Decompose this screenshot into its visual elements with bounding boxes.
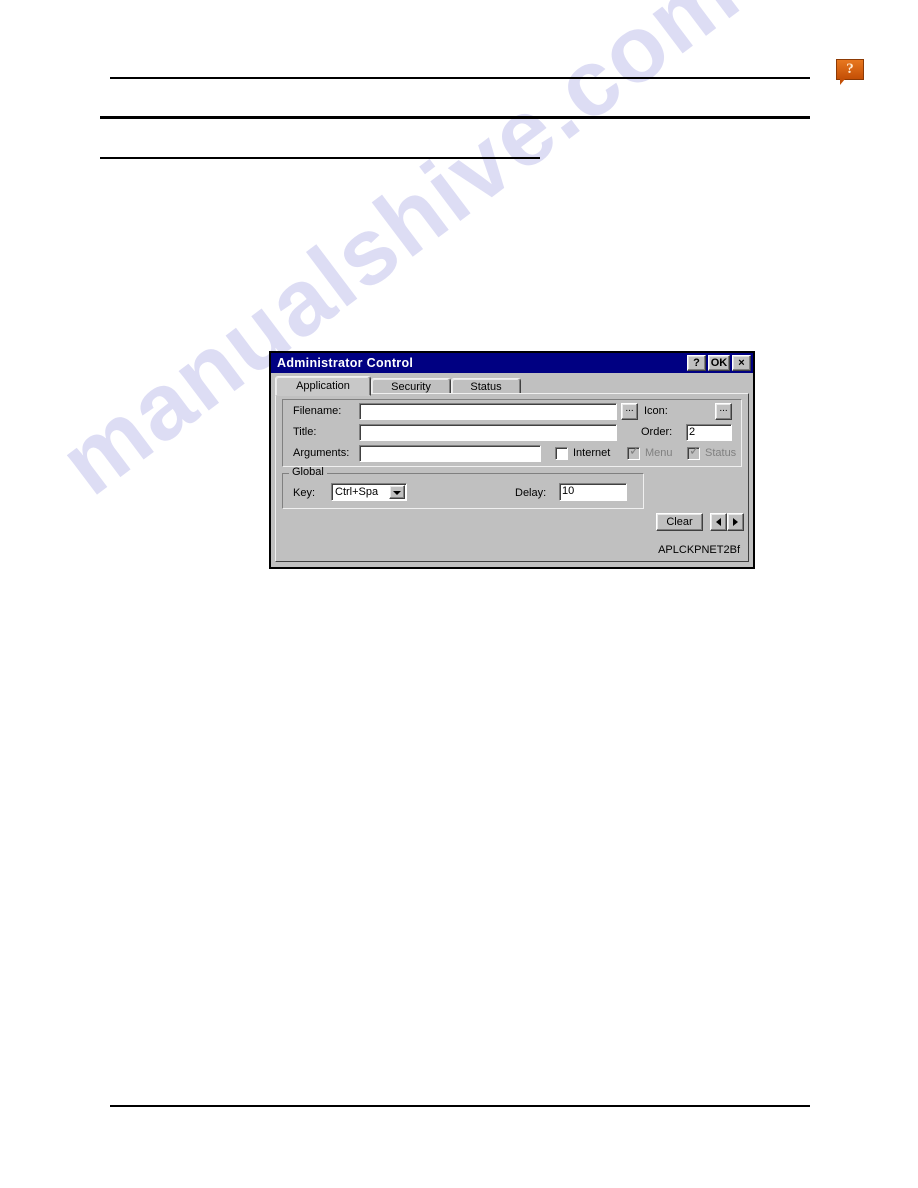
title-row: Title: Order: 2 [283,424,741,443]
build-string-label: APLCKPNET2Bf [658,544,740,556]
filename-label: Filename: [293,405,342,417]
global-group-box: Global Key: Ctrl+Spa Delay: 10 [282,467,644,509]
title-label: Title: [293,426,317,438]
administrator-control-dialog: Administrator Control ? OK × Application… [269,351,755,569]
titlebar-ok-button[interactable]: OK [708,355,730,371]
dialog-titlebar[interactable]: Administrator Control ? OK × [271,353,753,373]
spinner-next-button[interactable] [727,513,744,531]
menu-label: Menu [645,447,673,459]
internet-label: Internet [573,447,611,459]
clear-button[interactable]: Clear [656,513,703,531]
status-label: Status [705,447,737,459]
title-input[interactable] [359,424,617,441]
dialog-title: Administrator Control [277,356,414,370]
icon-label: Icon: [644,405,668,417]
internet-checkbox[interactable] [555,447,568,460]
application-tab-panel: Filename: ... Icon: ... Title: Order: 2 … [275,393,749,562]
application-fields-group: Filename: ... Icon: ... Title: Order: 2 … [282,399,742,467]
icon-browse-button[interactable]: ... [715,403,732,420]
menu-checkbox: ✓ [627,444,640,460]
delay-label: Delay: [515,487,547,499]
order-label: Order: [641,426,673,438]
filename-input[interactable] [359,403,617,420]
titlebar-help-button[interactable]: ? [687,355,706,371]
header-rule-top [110,77,810,79]
status-checkbox: ✓ [687,444,700,460]
menu-checkbox-check: ✓ [629,444,640,459]
status-checkbox-check: ✓ [689,444,700,459]
tab-application[interactable]: Application [275,376,371,396]
arguments-input[interactable] [359,445,541,462]
chevron-down-icon[interactable] [389,485,405,499]
help-bubble-glyph: ? [846,61,854,77]
key-label: Key: [293,487,316,499]
delay-input[interactable]: 10 [559,483,627,501]
footer-rule [110,1105,810,1107]
arguments-label: Arguments: [293,447,350,459]
spinner-prev-button[interactable] [710,513,727,531]
order-spinner [710,513,744,531]
filename-browse-button[interactable]: ... [621,403,638,420]
key-combobox-value: Ctrl+Spa [335,486,379,498]
header-rule-middle [100,116,810,119]
help-bubble-icon[interactable]: ? [836,59,864,85]
global-group-legend: Global [289,467,327,478]
arguments-row: Arguments: Internet ✓ Menu ✓ Status [283,445,741,464]
titlebar-close-button[interactable]: × [732,355,751,371]
filename-row: Filename: ... Icon: ... [283,403,741,422]
section-rule [100,157,540,159]
order-input[interactable]: 2 [686,424,732,441]
key-combobox[interactable]: Ctrl+Spa [331,483,407,501]
